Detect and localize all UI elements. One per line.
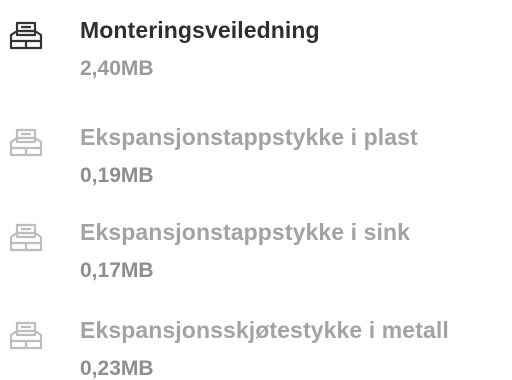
file-size: 0,23MB [80, 357, 154, 380]
download-item-ekspansjonsskjotestykke-metall[interactable]: Ekspansjonsskjøtestykke i metall 0,23MB [0, 305, 512, 380]
download-item-monteringsveiledning[interactable]: Monteringsveiledning 2,40MB [0, 5, 512, 85]
file-size: 0,19MB [80, 164, 154, 187]
document-stack-icon [9, 128, 43, 157]
document-title: Ekspansjonstappstykke i plast [80, 124, 418, 150]
document-title: Ekspansjonsskjøtestykke i metall [80, 317, 449, 343]
document-stack-icon [9, 321, 43, 350]
download-item-ekspansjonstappstykke-plast[interactable]: Ekspansjonstappstykke i plast 0,19MB [0, 112, 512, 192]
download-list: Monteringsveiledning 2,40MB Ekspansjonst… [0, 0, 512, 380]
file-size: 2,40MB [80, 57, 154, 80]
document-title: Ekspansjonstappstykke i sink [80, 219, 411, 245]
file-size: 0,17MB [80, 259, 154, 282]
document-stack-icon [9, 223, 43, 252]
document-stack-icon [9, 21, 43, 50]
document-title: Monteringsveiledning [80, 17, 320, 43]
download-item-ekspansjonstappstykke-sink[interactable]: Ekspansjonstappstykke i sink 0,17MB [0, 207, 512, 287]
